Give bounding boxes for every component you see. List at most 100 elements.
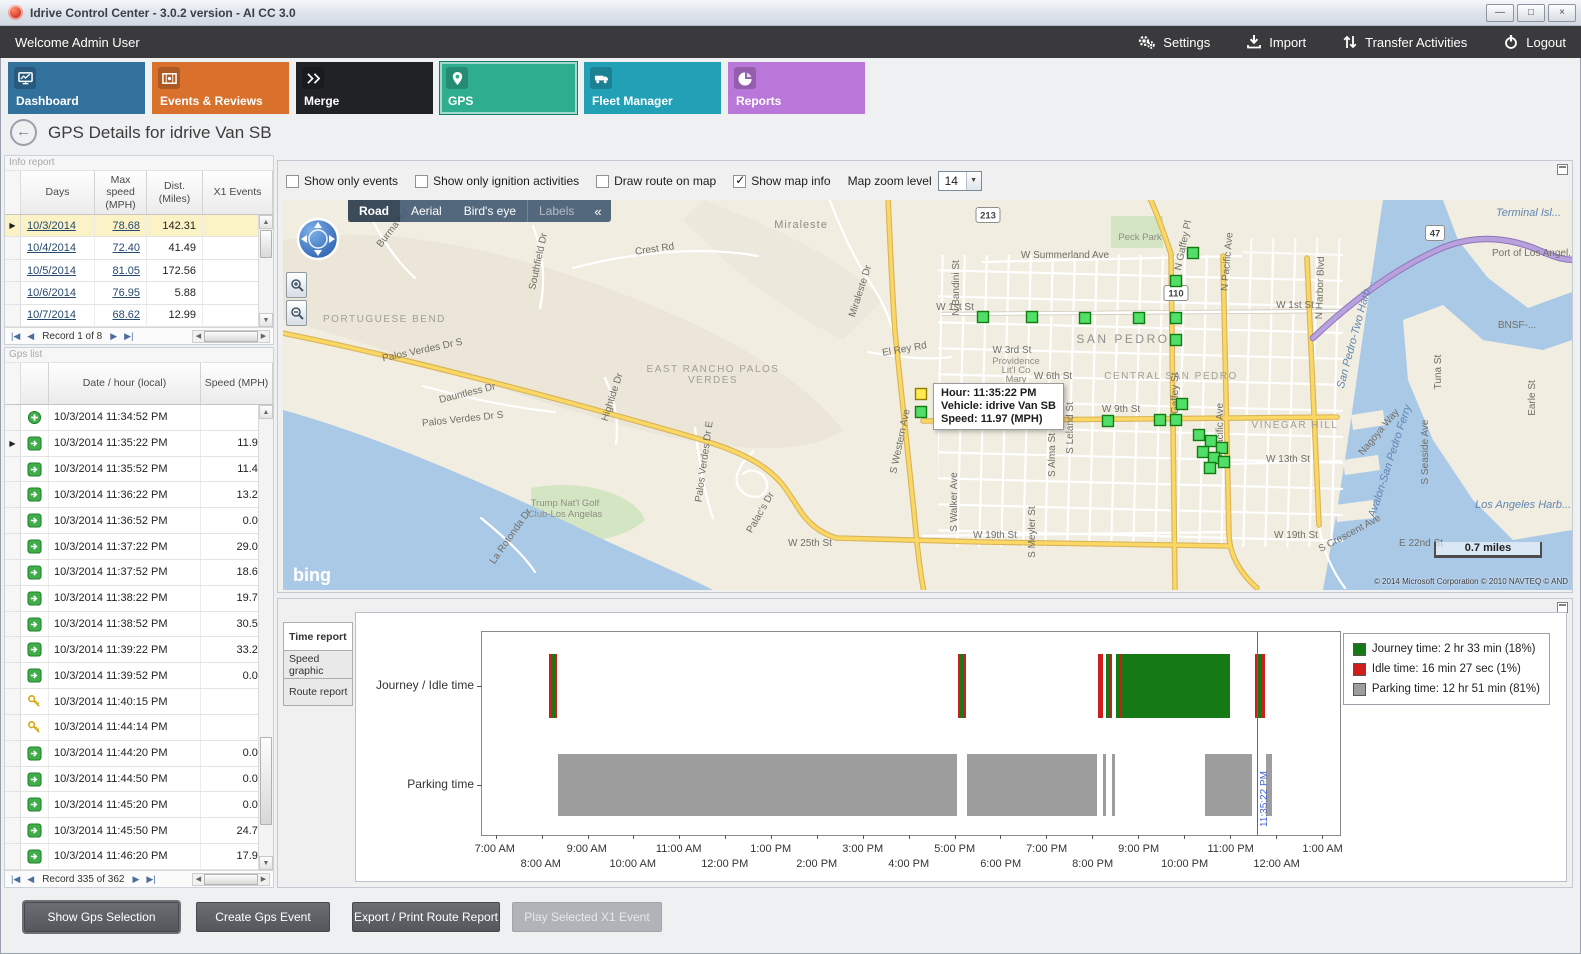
header-max-speed[interactable]: Max speed (MPH) [95, 171, 147, 214]
topbar-action-transfer-activities[interactable]: Transfer Activities [1342, 34, 1467, 50]
tab-time-report[interactable]: Time report [283, 622, 353, 650]
header-date-hour[interactable]: Date / hour (local) [49, 363, 201, 404]
chevron-down-icon[interactable]: ▼ [966, 172, 981, 190]
checkbox-show-only-events[interactable]: Show only events [286, 174, 398, 188]
day-link[interactable]: 10/3/2014 [27, 220, 76, 232]
gps-marker[interactable] [1205, 463, 1216, 474]
days-cell[interactable]: 10/4/2014 [21, 237, 95, 258]
list-item[interactable]: 10/3/2014 11:39:22 PM33.21 [5, 637, 273, 663]
gps-marker[interactable] [1171, 276, 1182, 287]
gps-marker[interactable] [1198, 447, 1209, 458]
list-item[interactable]: 10/3/2014 11:36:52 PM0.00 [5, 508, 273, 534]
checkbox-icon[interactable] [415, 175, 428, 188]
day-link[interactable]: 10/6/2014 [27, 287, 76, 299]
table-row[interactable]: 10/6/201476.955.88 [5, 282, 273, 304]
scroll-right-icon[interactable]: ▶ [258, 875, 269, 883]
topbar-action-settings[interactable]: Settings [1136, 34, 1210, 50]
list-item[interactable]: 10/3/2014 11:44:50 PM0.00 [5, 767, 273, 793]
list-item[interactable]: 10/3/2014 11:37:22 PM29.05 [5, 534, 273, 560]
list-item[interactable]: 10/3/2014 11:37:52 PM18.63 [5, 560, 273, 586]
checkbox-icon[interactable] [733, 175, 746, 188]
gps-marker[interactable] [1188, 248, 1199, 259]
checkbox-draw-route-on-map[interactable]: Draw route on map [596, 174, 716, 188]
gps-marker[interactable] [1134, 313, 1145, 324]
zoom-in-icon[interactable] [286, 272, 307, 298]
max-speed-link[interactable]: 72.40 [112, 242, 140, 254]
tab-reports[interactable]: Reports [728, 62, 865, 114]
scroll-left-icon[interactable]: ◀ [193, 332, 204, 340]
list-item[interactable]: 10/3/2014 11:36:22 PM13.28 [5, 482, 273, 508]
first-record-button[interactable]: |◀ [8, 329, 23, 344]
list-item[interactable]: ▶10/3/2014 11:35:22 PM11.97 [5, 431, 273, 457]
list-item[interactable]: 10/3/2014 11:38:22 PM19.70 [5, 586, 273, 612]
header-x1-events[interactable]: X1 Events [203, 171, 273, 214]
maximize-button[interactable]: □ [1517, 4, 1545, 22]
tab-dashboard[interactable]: Dashboard [8, 62, 145, 114]
list-item[interactable]: 10/3/2014 11:44:14 PM [5, 715, 273, 741]
days-cell[interactable]: 10/3/2014 [21, 215, 95, 236]
header-dist[interactable]: Dist. (Miles) [147, 171, 203, 214]
topbar-action-import[interactable]: Import [1246, 34, 1306, 50]
collapse-icon[interactable]: « [585, 204, 610, 219]
tab-speed-graphic[interactable]: Speed graphic [283, 650, 353, 678]
table-row[interactable]: 10/4/201472.4041.49 [5, 237, 273, 259]
map-canvas[interactable]: Burma RdSouthfield DrCrest RdMiralestePe… [283, 200, 1572, 590]
create-gps-event-button[interactable]: Create Gps Event [196, 902, 330, 932]
map-style-aerial[interactable]: Aerial [400, 200, 453, 222]
max-speed-cell[interactable]: 81.05 [95, 260, 147, 281]
map-style-road[interactable]: Road [348, 200, 400, 222]
gps-marker[interactable] [916, 407, 927, 418]
scroll-thumb[interactable] [204, 331, 258, 342]
horizontal-scrollbar[interactable]: ◀ ▶ [192, 873, 270, 886]
compass-control[interactable] [295, 216, 341, 265]
topbar-action-logout[interactable]: Logout [1503, 34, 1566, 50]
last-record-button[interactable]: ▶| [121, 329, 136, 344]
checkbox-icon[interactable] [286, 175, 299, 188]
max-speed-cell[interactable]: 68.62 [95, 305, 147, 326]
days-cell[interactable]: 10/7/2014 [21, 305, 95, 326]
header-speed[interactable]: Speed (MPH) [201, 363, 273, 404]
next-record-button[interactable]: ▶ [107, 329, 120, 344]
list-item[interactable]: 10/3/2014 11:45:50 PM24.75 [5, 818, 273, 844]
prev-record-button[interactable]: ◀ [24, 329, 37, 344]
max-speed-link[interactable]: 81.05 [112, 265, 140, 277]
gps-marker[interactable] [1206, 436, 1217, 447]
max-speed-cell[interactable]: 78.68 [95, 215, 147, 236]
gps-marker[interactable] [1155, 415, 1166, 426]
show-gps-selection-button[interactable]: Show Gps Selection [24, 902, 179, 932]
list-item[interactable]: 10/3/2014 11:38:52 PM30.55 [5, 612, 273, 638]
tab-merge[interactable]: Merge [296, 62, 433, 114]
day-link[interactable]: 10/4/2014 [27, 242, 76, 254]
next-record-button[interactable]: ▶ [129, 872, 142, 887]
max-speed-link[interactable]: 68.62 [112, 309, 140, 321]
tab-gps[interactable]: GPS [440, 62, 577, 114]
map-style-bird-s-eye[interactable]: Bird's eye [453, 200, 527, 222]
gps-marker[interactable] [1027, 312, 1038, 323]
export-print-route-report-button[interactable]: Export / Print Route Report [352, 902, 500, 932]
map-style-labels[interactable]: Labels [527, 200, 585, 222]
list-item[interactable]: 10/3/2014 11:35:52 PM11.47 [5, 457, 273, 483]
list-item[interactable]: 10/3/2014 11:44:20 PM0.00 [5, 741, 273, 767]
horizontal-scrollbar[interactable]: ◀ ▶ [192, 330, 270, 343]
scroll-thumb[interactable] [204, 874, 258, 885]
checkbox-show-only-ignition-activities[interactable]: Show only ignition activities [415, 174, 579, 188]
first-record-button[interactable]: |◀ [8, 872, 23, 887]
back-button[interactable]: ← [10, 119, 37, 146]
table-row[interactable]: ▶10/3/201478.68142.31 [5, 215, 273, 237]
gps-marker[interactable] [1080, 313, 1091, 324]
checkbox-icon[interactable] [596, 175, 609, 188]
map-zoom-select[interactable]: 14 ▼ [938, 171, 982, 191]
scroll-left-icon[interactable]: ◀ [193, 875, 204, 883]
list-item[interactable]: 10/3/2014 11:39:52 PM0.00 [5, 663, 273, 689]
gps-marker[interactable] [1219, 457, 1230, 468]
list-item[interactable]: 10/3/2014 11:45:20 PM0.00 [5, 792, 273, 818]
table-row[interactable]: 10/5/201481.05172.56 [5, 260, 273, 282]
checkbox-show-map-info[interactable]: Show map info [733, 174, 830, 188]
scroll-right-icon[interactable]: ▶ [258, 332, 269, 340]
gps-marker[interactable] [1171, 335, 1182, 346]
days-cell[interactable]: 10/5/2014 [21, 260, 95, 281]
days-cell[interactable]: 10/6/2014 [21, 282, 95, 303]
tab-fleet-manager[interactable]: Fleet Manager [584, 62, 721, 114]
gps-marker[interactable] [1177, 399, 1188, 410]
list-item[interactable]: 10/3/2014 11:40:15 PM [5, 689, 273, 715]
